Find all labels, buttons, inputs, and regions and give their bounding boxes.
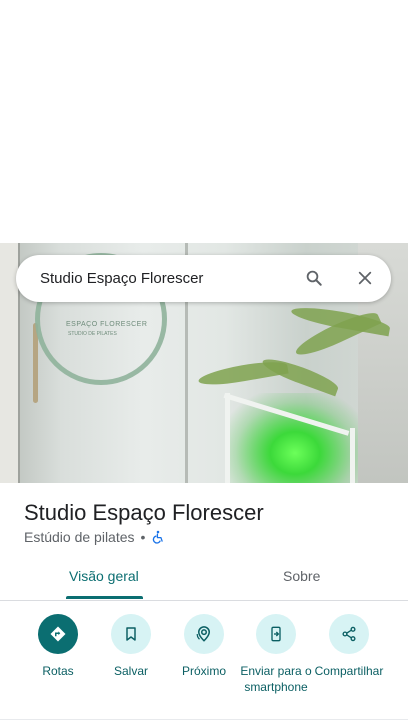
photo-sign-subtext: STUDIO DE PILATES	[68, 331, 117, 337]
tab-about[interactable]: Sobre	[283, 568, 320, 584]
separator-dot: •	[140, 529, 146, 545]
tab-overview[interactable]: Visão geral	[69, 568, 139, 584]
nearby-button[interactable]: Próximo	[164, 614, 244, 679]
place-title: Studio Espaço Florescer	[24, 500, 264, 525]
send-to-phone-icon	[271, 626, 281, 642]
action-row: Rotas Salvar Próximo Enviar para o smart…	[0, 614, 408, 714]
nearby-icon	[196, 626, 211, 642]
divider	[0, 719, 408, 720]
photo-green-light	[225, 393, 365, 483]
directions-button[interactable]: Rotas	[18, 614, 98, 679]
share-button[interactable]: Compartilhar	[309, 614, 389, 679]
bookmark-icon	[126, 627, 136, 641]
share-label: Compartilhar	[314, 664, 384, 678]
share-button-circle	[329, 614, 369, 654]
photo-rail-post	[225, 393, 230, 483]
send-to-phone-label: Enviar para o smartphone	[240, 664, 312, 694]
save-button[interactable]: Salvar	[91, 614, 171, 679]
directions-label: Rotas	[42, 664, 74, 678]
place-category[interactable]: Estúdio de pilates	[24, 529, 135, 545]
save-label: Salvar	[113, 664, 148, 678]
close-icon[interactable]	[357, 270, 373, 286]
search-bar[interactable]: Studio Espaço Florescer	[16, 255, 391, 302]
nearby-button-circle	[184, 614, 224, 654]
tab-bar: Visão geral Sobre	[0, 556, 408, 601]
directions-icon	[50, 626, 66, 642]
send-to-phone-button-circle	[256, 614, 296, 654]
nearby-label: Próximo	[181, 664, 226, 678]
search-query[interactable]: Studio Espaço Florescer	[40, 270, 203, 287]
directions-button-circle	[38, 614, 78, 654]
photo-palm-leaf	[197, 357, 289, 389]
place-subtitle: Estúdio de pilates •	[24, 529, 165, 545]
save-button-circle	[111, 614, 151, 654]
send-to-phone-button[interactable]: Enviar para o smartphone	[236, 614, 316, 695]
share-icon	[342, 626, 356, 642]
active-tab-indicator	[66, 596, 143, 599]
search-icon[interactable]	[305, 269, 323, 287]
wheelchair-icon[interactable]	[151, 530, 165, 544]
photo-sign-text: ESPAÇO FLORESCER	[66, 321, 148, 328]
photo-rail-post	[350, 428, 355, 483]
